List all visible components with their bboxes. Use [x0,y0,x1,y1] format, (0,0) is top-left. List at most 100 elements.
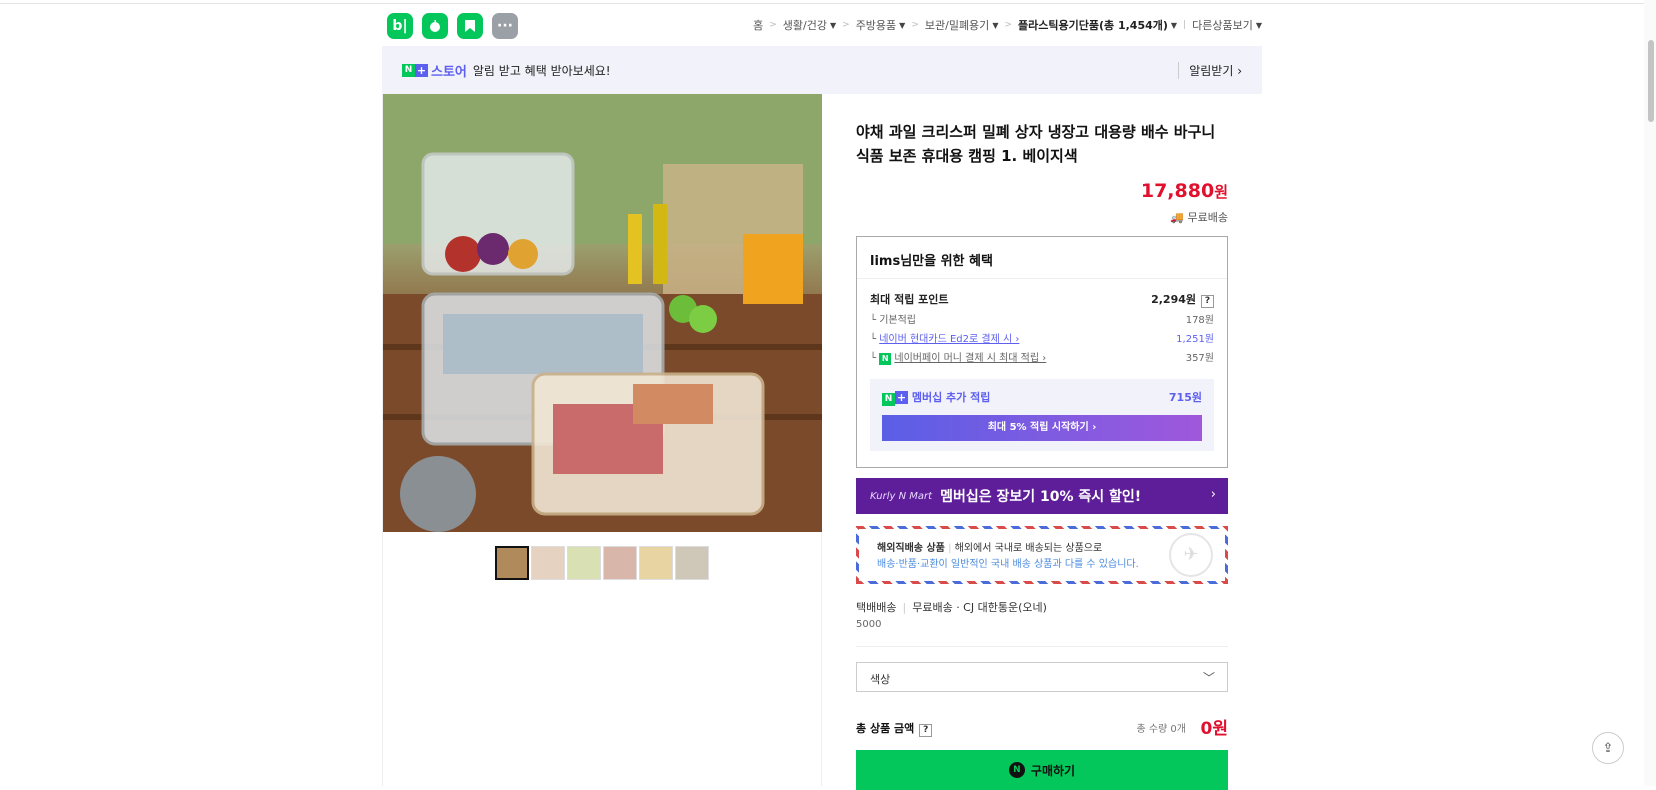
overseas-title: 해외직배송 상품 [877,543,945,554]
membership-value: 715원 [1168,391,1202,404]
point-label-text: 기본적립 [879,315,917,326]
airplane-icon: ✈ [1169,533,1213,577]
breadcrumb-home[interactable]: 홈 [753,17,763,33]
breadcrumb-category-1[interactable]: 생활/건강 ▼ [783,17,836,33]
naver-pay-link[interactable]: 네이버페이 머니 결제 시 최대 적립 › [894,353,1046,364]
thumbnail-strip [495,546,709,580]
delivery-info: 택배배송 | 무료배송 · CJ 대한통운(오네) [856,599,1047,615]
thumbnail-5[interactable] [639,546,673,580]
breadcrumb-label: 다른상품보기 [1192,19,1253,32]
delivery-carrier: · CJ 대한통운(오네) [956,601,1047,614]
overseas-desc: 해외에서 국내로 배송되는 상품으로 [954,543,1103,554]
breadcrumb-label: 보관/밀폐용기 [924,19,990,32]
color-option-select[interactable]: 색상 ﹀ [856,662,1228,692]
thumbnail-4[interactable] [603,546,637,580]
image-column [382,94,822,786]
divider [856,646,1228,647]
point-value: 1,251원 [1176,334,1214,345]
notify-message: 알림 받고 혜택 받아보세요! [472,63,611,78]
scrollbar[interactable] [1644,0,1656,786]
point-row-card: └ 네이버 현대카드 Ed2로 결제 시 › 1,251원 [870,330,1214,345]
point-value: 357원 [1185,353,1214,364]
shipping-info: 🚚 무료배송 [1170,209,1228,225]
share-icon[interactable]: ⇪ [1592,732,1624,764]
benefit-box: lims님만을 위한 혜택 최대 적립 포인트 2,294원? └ 기본적립 1… [856,236,1228,468]
total-label-wrap: 총 상품 금액? [856,720,933,737]
total-price-row: 총 상품 금액? 총 수량 0개 0원 [856,714,1228,740]
breadcrumb-label: 생활/건강 [782,19,827,32]
breadcrumb-separator-icon: > [842,20,850,30]
membership-start-button[interactable]: 최대 5% 적립 시작하기 › [882,415,1202,441]
plus-icon: + [415,63,428,77]
other-products-link[interactable]: 다른상품보기 ▼ [1192,17,1262,33]
plus-icon: + [895,391,908,404]
point-label: └ 네이버 현대카드 Ed2로 결제 시 › [870,334,1020,345]
caret-down-icon: ▼ [899,20,906,30]
max-points-value-wrap: 2,294원? [1151,291,1214,308]
naver-n-icon: N [882,392,895,406]
product-main-image[interactable] [383,94,822,532]
breadcrumb-label: 주방용품 [855,19,897,32]
caret-down-icon: ▼ [992,20,999,30]
breadcrumb-divider: | [1183,20,1187,30]
max-points-label: 최대 적립 포인트 [870,293,949,306]
product-page: b| ··· 홈 > 생활/건강 ▼ > 주방용품 ▼ > 보관/밀폐용기 ▼ > 플… [382,0,1262,790]
overseas-line-1: 해외직배송 상품 | 해외에서 국내로 배송되는 상품으로 [877,543,1103,554]
thumbnail-3[interactable] [567,546,601,580]
breadcrumb-separator-icon: > [911,20,919,30]
kurly-logo: Kurly N Mart [870,490,933,502]
total-qty: 총 수량 0개 [1136,724,1186,735]
membership-label: 멤버십 추가 적립 [911,391,991,404]
help-icon[interactable]: ? [919,724,933,737]
delivery-method: 택배배송 [856,601,897,614]
membership-label-wrap: N + 멤버십 추가 적립 [882,389,990,406]
overseas-note: 배송·반품·교환이 일반적인 국내 배송 상품과 다를 수 있습니다. [877,559,1139,570]
shipping-label: 무료배송 [1187,211,1228,224]
thumbnail-6[interactable] [675,546,709,580]
naver-plus-badge: N + 스토어 [402,61,467,80]
notify-button[interactable]: 알림받기 › [1178,62,1242,79]
breadcrumb-category-3[interactable]: 보관/밀폐용기 ▼ [925,17,999,33]
blog-icon[interactable]: b| [387,13,413,39]
product-title: 야채 과일 크리스퍼 밀폐 상자 냉장고 대용량 배수 바구니 식품 보존 휴대… [856,123,1216,165]
apple-icon[interactable] [422,13,448,39]
option-placeholder: 색상 [870,673,891,686]
thumbnail-1[interactable] [495,546,529,580]
point-label: └ N 네이버페이 머니 결제 시 최대 적립 › [870,352,1047,365]
caret-down-icon: ▼ [829,20,837,30]
chevron-right-icon: › [1210,487,1216,502]
scrollbar-thumb[interactable] [1648,40,1654,122]
overseas-shipping-notice: 해외직배송 상품 | 해외에서 국내로 배송되는 상품으로 배송·반품·교환이 … [856,526,1228,584]
breadcrumb-category-2[interactable]: 주방용품 ▼ [856,17,906,33]
breadcrumb-category-4[interactable]: 플라스틱용기단품(총 1,454개) ▼ [1018,17,1177,33]
caret-down-icon: ▼ [1255,20,1262,30]
card-benefit-link[interactable]: 네이버 현대카드 Ed2로 결제 시 › [879,334,1019,345]
point-row-pay: └ N 네이버페이 머니 결제 시 최대 적립 › 357원 [870,349,1214,365]
bookmark-icon[interactable] [457,13,483,39]
membership-box: N + 멤버십 추가 적립 715원 최대 5% 적립 시작하기 › [870,379,1214,451]
point-label: └ 기본적립 [870,315,917,326]
delivery-separator: | [902,601,907,614]
price-value: 17,880 [1140,180,1215,202]
help-icon[interactable]: ? [1201,295,1214,308]
delivery-fee-type: 무료배송 [912,601,953,614]
total-label: 총 상품 금액 [856,722,915,735]
kurly-banner[interactable]: Kurly N Mart 멤버십은 장보기 10% 즉시 할인! › [856,478,1228,514]
point-value: 178원 [1185,315,1214,326]
truck-icon: 🚚 [1170,211,1185,224]
more-icon[interactable]: ··· [492,13,518,39]
buy-label: 구매하기 [1030,763,1076,778]
benefit-title: lims님만을 위한 혜택 [857,237,1227,279]
breadcrumb-separator-icon: > [1004,20,1013,30]
caret-down-icon: ▼ [1170,20,1178,30]
kurly-text: 멤버십은 장보기 10% 즉시 할인! [940,489,1142,505]
point-row-basic: └ 기본적립 178원 [870,311,1214,326]
thumbnail-2[interactable] [531,546,565,580]
membership-row: N + 멤버십 추가 적립 715원 [882,389,1202,406]
price-unit: 원 [1214,183,1228,201]
naver-pay-icon: N [879,352,892,365]
chevron-down-icon: ﹀ [1202,671,1215,685]
breadcrumb-separator-icon: > [769,20,777,30]
buy-button[interactable]: N 구매하기 [856,750,1228,790]
naver-n-icon: N [402,63,415,77]
